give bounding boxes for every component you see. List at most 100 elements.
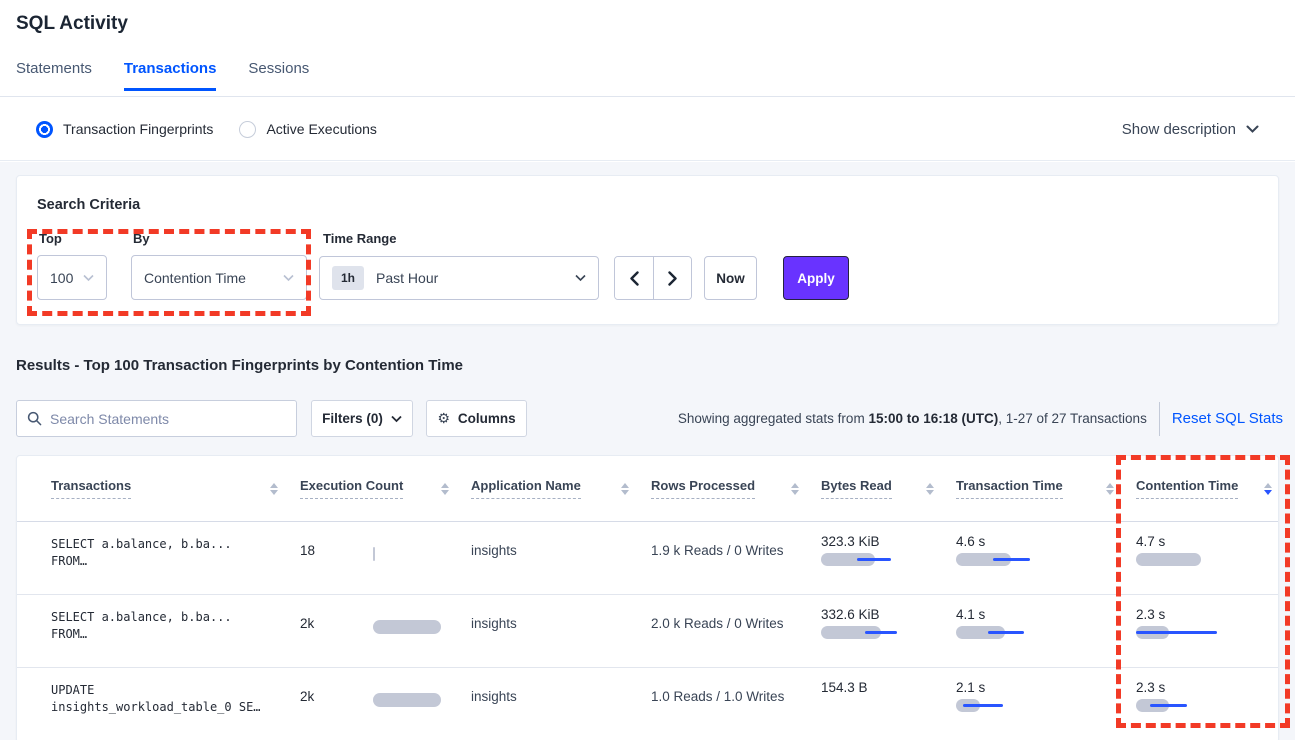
tab-statements[interactable]: Statements — [16, 60, 92, 91]
table-header-row: Transactions Execution Count Application… — [17, 456, 1278, 522]
time-range-select[interactable]: 1h Past Hour — [319, 256, 599, 300]
by-select-value: Contention Time — [144, 270, 246, 286]
top-select[interactable]: 100 — [37, 255, 107, 300]
transaction-time-line — [988, 631, 1024, 634]
chevron-down-icon — [1246, 125, 1259, 134]
column-header-application-name[interactable]: Application Name — [471, 478, 651, 499]
bytes-read-cell: 332.6 KiB — [821, 595, 956, 667]
execution-count-cell: 2k — [300, 668, 471, 740]
search-criteria-title: Search Criteria — [37, 197, 140, 213]
radio-label: Active Executions — [266, 121, 377, 137]
column-header-rows-processed[interactable]: Rows Processed — [651, 478, 821, 499]
execution-count-bar — [373, 547, 375, 561]
execution-count-cell: 2k — [300, 595, 471, 667]
chevron-down-icon — [575, 274, 586, 282]
view-toggle-row: Transaction Fingerprints Active Executio… — [0, 97, 1295, 161]
previous-time-button[interactable] — [615, 257, 653, 299]
execution-count-bar — [373, 693, 441, 707]
search-statements-box — [16, 400, 297, 437]
transaction-fingerprint-link[interactable]: SELECT a.balance, b.ba... FROM… — [51, 595, 300, 667]
contention-time-line — [1136, 631, 1217, 634]
tab-sessions[interactable]: Sessions — [248, 60, 309, 91]
transaction-fingerprint-link[interactable]: UPDATE insights_workload_table_0 SE… — [51, 668, 300, 740]
top-label: Top — [39, 231, 62, 246]
time-range-value: Past Hour — [376, 270, 438, 286]
sort-icon[interactable] — [791, 483, 799, 495]
show-description-label: Show description — [1122, 121, 1236, 138]
column-header-execution-count[interactable]: Execution Count — [300, 478, 471, 499]
columns-label: Columns — [458, 411, 516, 426]
application-name-cell: insights — [471, 595, 651, 667]
view-radio-group: Transaction Fingerprints Active Executio… — [36, 97, 377, 161]
sort-icon[interactable] — [1106, 483, 1114, 495]
content-area: Search Criteria Top 100 By Contention Ti… — [0, 162, 1295, 740]
column-header-bytes-read[interactable]: Bytes Read — [821, 478, 956, 499]
radio-active-executions[interactable]: Active Executions — [239, 121, 377, 138]
aggregated-stats-text: Showing aggregated stats from 15:00 to 1… — [678, 411, 1147, 426]
radio-selected-icon[interactable] — [36, 121, 53, 138]
page-title: SQL Activity — [16, 13, 128, 35]
bytes-read-cell: 323.3 KiB — [821, 522, 956, 594]
chevron-down-icon — [283, 274, 294, 282]
application-name-cell: insights — [471, 522, 651, 594]
sort-icon[interactable] — [441, 483, 449, 495]
by-label: By — [133, 231, 150, 246]
chevron-down-icon — [391, 415, 402, 423]
contention-time-cell: 4.7 s — [1136, 522, 1278, 594]
execution-count-cell: 18 — [300, 522, 471, 594]
rows-processed-cell: 1.9 k Reads / 0 Writes — [651, 522, 821, 594]
reset-sql-stats-link[interactable]: Reset SQL Stats — [1172, 410, 1283, 427]
rows-processed-cell: 2.0 k Reads / 0 Writes — [651, 595, 821, 667]
contention-time-cell: 2.3 s — [1136, 668, 1278, 740]
search-icon — [27, 411, 42, 426]
now-button[interactable]: Now — [704, 256, 757, 300]
show-description-toggle[interactable]: Show description — [1122, 97, 1259, 161]
radio-transaction-fingerprints[interactable]: Transaction Fingerprints — [36, 121, 213, 138]
next-time-button[interactable] — [653, 257, 691, 299]
transactions-table: Transactions Execution Count Application… — [16, 455, 1279, 740]
radio-label: Transaction Fingerprints — [63, 121, 213, 137]
results-title: Results - Top 100 Transaction Fingerprin… — [16, 357, 463, 374]
stats-cluster: Showing aggregated stats from 15:00 to 1… — [678, 400, 1283, 437]
search-criteria-card: Search Criteria Top 100 By Contention Ti… — [16, 175, 1279, 325]
divider — [1159, 402, 1160, 436]
column-header-transactions[interactable]: Transactions — [51, 478, 300, 499]
search-statements-input[interactable] — [50, 411, 286, 427]
filters-button[interactable]: Filters (0) — [311, 400, 413, 437]
gear-icon: ⚙ — [437, 411, 450, 427]
transaction-time-line — [993, 558, 1030, 561]
table-row: SELECT a.balance, b.ba... FROM… 18 insig… — [17, 522, 1278, 595]
sort-icon[interactable] — [621, 483, 629, 495]
results-controls: Filters (0) ⚙ Columns Showing aggregated… — [0, 400, 1295, 437]
top-select-value: 100 — [50, 270, 73, 286]
contention-time-cell: 2.3 s — [1136, 595, 1278, 667]
bytes-read-line — [865, 631, 897, 634]
tab-transactions[interactable]: Transactions — [124, 60, 217, 91]
time-range-nav — [614, 256, 692, 300]
time-range-badge: 1h — [332, 266, 364, 290]
bytes-read-cell: 154.3 B — [821, 668, 956, 740]
transaction-time-cell: 4.6 s — [956, 522, 1136, 594]
contention-time-line — [1150, 704, 1187, 707]
sort-icon[interactable] — [270, 483, 278, 495]
transaction-fingerprint-link[interactable]: SELECT a.balance, b.ba... FROM… — [51, 522, 300, 594]
transaction-time-cell: 2.1 s — [956, 668, 1136, 740]
contention-time-bar — [1136, 553, 1201, 566]
radio-unselected-icon[interactable] — [239, 121, 256, 138]
table-row: SELECT a.balance, b.ba... FROM… 2k insig… — [17, 595, 1278, 668]
transaction-time-cell: 4.1 s — [956, 595, 1136, 667]
by-select[interactable]: Contention Time — [131, 255, 307, 300]
column-header-transaction-time[interactable]: Transaction Time — [956, 478, 1136, 499]
filters-label: Filters (0) — [322, 411, 383, 426]
sort-icon[interactable] — [926, 483, 934, 495]
table-row: UPDATE insights_workload_table_0 SE… 2k … — [17, 668, 1278, 740]
columns-button[interactable]: ⚙ Columns — [426, 400, 527, 437]
apply-button[interactable]: Apply — [783, 256, 849, 300]
tab-bar: Statements Transactions Sessions — [16, 60, 309, 91]
sort-icon-descending[interactable] — [1264, 483, 1272, 495]
execution-count-bar — [373, 620, 441, 634]
sql-activity-page: SQL Activity Statements Transactions Ses… — [0, 0, 1295, 740]
column-header-contention-time[interactable]: Contention Time — [1136, 478, 1278, 499]
time-range-label: Time Range — [323, 231, 396, 246]
application-name-cell: insights — [471, 668, 651, 740]
